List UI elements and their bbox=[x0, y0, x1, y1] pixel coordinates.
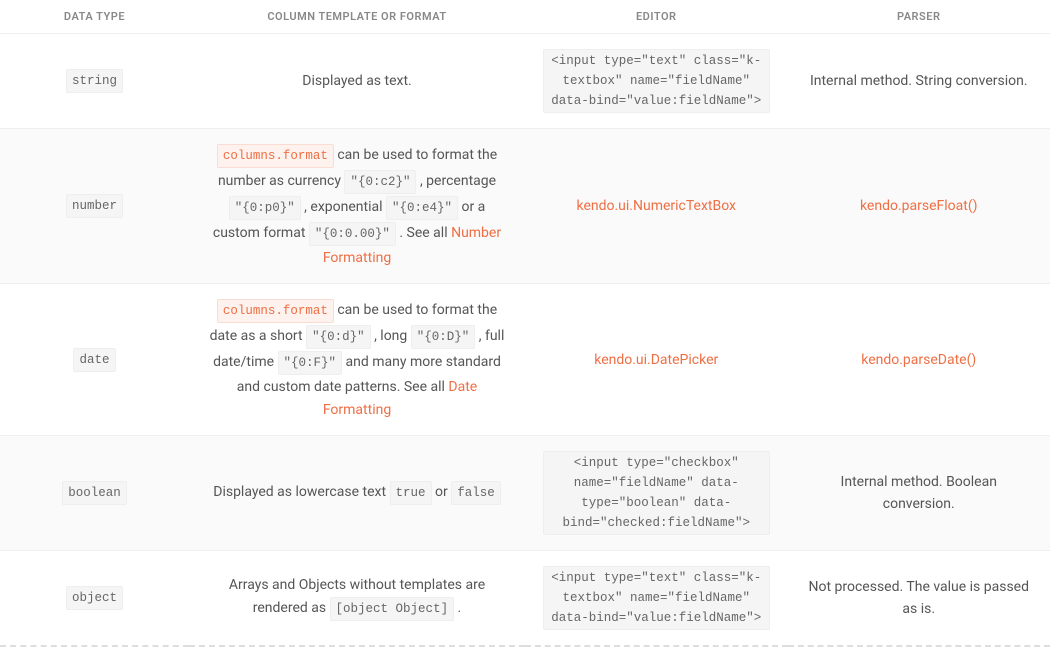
header-parser: PARSER bbox=[788, 0, 1050, 34]
columns-format-link[interactable]: columns.format bbox=[217, 144, 334, 168]
editor-boolean: <input type="checkbox" name="fieldName" … bbox=[543, 451, 770, 535]
table-row-string: string Displayed as text. <input type="t… bbox=[0, 34, 1050, 129]
template-object: Arrays and Objects without templates are… bbox=[189, 551, 525, 647]
editor-number-link[interactable]: kendo.ui.NumericTextBox bbox=[576, 198, 736, 214]
template-boolean: Displayed as lowercase text true or fals… bbox=[189, 436, 525, 551]
parser-string: Internal method. String conversion. bbox=[810, 73, 1028, 89]
table-row-number: number columns.format can be used to for… bbox=[0, 129, 1050, 284]
template-date: columns.format can be used to format the… bbox=[189, 284, 525, 436]
table-row-date: date columns.format can be used to forma… bbox=[0, 284, 1050, 436]
editor-string: <input type="text" class="k-textbox" nam… bbox=[543, 49, 770, 113]
template-string: Displayed as text. bbox=[302, 73, 411, 89]
parser-date-link[interactable]: kendo.parseDate() bbox=[861, 352, 976, 368]
datatype-string: string bbox=[66, 69, 123, 93]
datatype-boolean: boolean bbox=[62, 481, 127, 505]
datatype-date: date bbox=[73, 348, 115, 372]
table-row-object: object Arrays and Objects without templa… bbox=[0, 551, 1050, 647]
parser-number-link[interactable]: kendo.parseFloat() bbox=[860, 198, 978, 214]
editor-date-link[interactable]: kendo.ui.DatePicker bbox=[594, 352, 718, 368]
datatype-number: number bbox=[66, 194, 123, 218]
header-template: COLUMN TEMPLATE OR FORMAT bbox=[189, 0, 525, 34]
parser-boolean: Internal method. Boolean conversion. bbox=[841, 474, 997, 512]
columns-format-link-date[interactable]: columns.format bbox=[217, 299, 334, 323]
table-row-boolean: boolean Displayed as lowercase text true… bbox=[0, 436, 1050, 551]
header-editor: EDITOR bbox=[525, 0, 788, 34]
editor-object: <input type="text" class="k-textbox" nam… bbox=[543, 566, 770, 630]
header-datatype: DATA TYPE bbox=[0, 0, 189, 34]
datatype-table: DATA TYPE COLUMN TEMPLATE OR FORMAT EDIT… bbox=[0, 0, 1050, 647]
parser-object: Not processed. The value is passed as is… bbox=[808, 579, 1029, 617]
datatype-object: object bbox=[66, 586, 123, 610]
template-number: columns.format can be used to format the… bbox=[189, 129, 525, 284]
